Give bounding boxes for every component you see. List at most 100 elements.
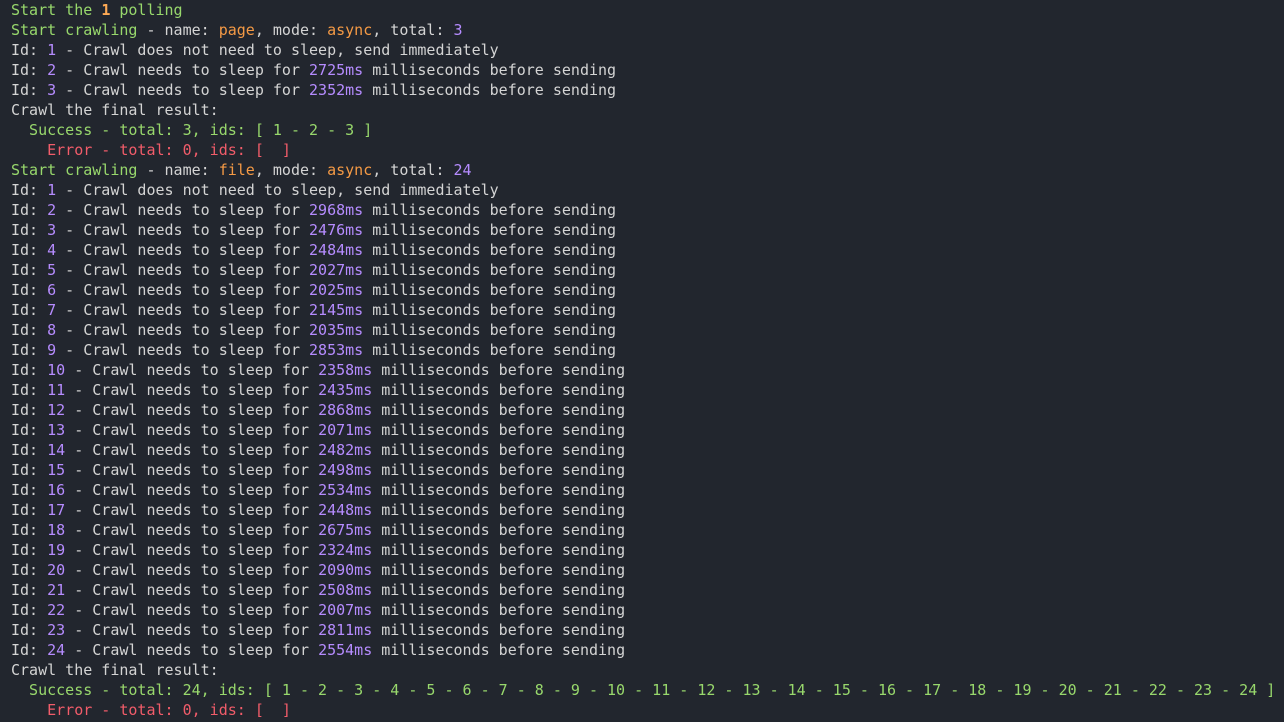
terminal-text-segment: 2868ms	[318, 401, 373, 419]
terminal-line: Id: 3 - Crawl needs to sleep for 2476ms …	[11, 220, 1284, 240]
terminal-text-segment: milliseconds before sending	[363, 261, 617, 279]
terminal-line: Error - total: 0, ids: [ ]	[11, 140, 1284, 160]
terminal-line: Success - total: 24, ids: [ 1 - 2 - 3 - …	[11, 680, 1284, 700]
terminal-text-segment: Start crawling	[11, 161, 138, 179]
terminal-text-segment: Id:	[11, 481, 48, 499]
terminal-text-segment: Crawl the final result:	[11, 661, 219, 679]
terminal-line: Id: 2 - Crawl needs to sleep for 2968ms …	[11, 200, 1284, 220]
terminal-text-segment: Id:	[11, 281, 48, 299]
terminal-line: Start the 1 polling	[11, 0, 1284, 20]
terminal-line: Id: 4 - Crawl needs to sleep for 2484ms …	[11, 240, 1284, 260]
terminal-text-segment: 16	[47, 481, 66, 499]
terminal-text-segment: Id:	[11, 641, 48, 659]
terminal-text-segment: 2484ms	[309, 241, 364, 259]
terminal-text-segment: Id:	[11, 41, 48, 59]
terminal-text-segment: Id:	[11, 241, 48, 259]
terminal-text-segment: - Crawl needs to sleep for	[56, 61, 310, 79]
terminal-line: Id: 1 - Crawl does not need to sleep, se…	[11, 40, 1284, 60]
terminal-text-segment: , mode:	[254, 161, 328, 179]
terminal-text-segment: 15	[47, 461, 66, 479]
terminal-line: Crawl the final result:	[11, 100, 1284, 120]
terminal-text-segment: Id:	[11, 441, 48, 459]
terminal-text-segment: - Crawl needs to sleep for	[65, 481, 319, 499]
terminal-text-segment: 1	[101, 1, 111, 19]
terminal-text-segment: - Crawl needs to sleep for	[56, 341, 310, 359]
terminal-text-segment: milliseconds before sending	[372, 421, 626, 439]
terminal-text-segment: 21	[47, 581, 66, 599]
terminal-text-segment: 17	[47, 501, 66, 519]
terminal-text-segment: milliseconds before sending	[363, 321, 617, 339]
terminal-text-segment: Success - total: 3, ids: [ 1 - 2 - 3 ]	[11, 121, 373, 139]
terminal-text-segment: 2725ms	[309, 61, 364, 79]
terminal-text-segment: 13	[47, 421, 66, 439]
terminal-text-segment: 20	[47, 561, 66, 579]
terminal-text-segment: milliseconds before sending	[372, 461, 626, 479]
terminal-line: Id: 2 - Crawl needs to sleep for 2725ms …	[11, 60, 1284, 80]
terminal-text-segment: milliseconds before sending	[372, 501, 626, 519]
terminal-text-segment: Start crawling	[11, 21, 138, 39]
terminal-line: Id: 1 - Crawl does not need to sleep, se…	[11, 180, 1284, 200]
terminal-text-segment: - Crawl needs to sleep for	[56, 321, 310, 339]
terminal-text-segment: 11	[47, 381, 66, 399]
terminal-text-segment: - Crawl needs to sleep for	[56, 201, 310, 219]
terminal-text-segment: 7	[47, 301, 57, 319]
terminal-text-segment: Id:	[11, 521, 48, 539]
terminal-text-segment: - Crawl needs to sleep for	[65, 521, 319, 539]
terminal-text-segment: 2007ms	[318, 601, 373, 619]
terminal-text-segment: milliseconds before sending	[372, 541, 626, 559]
terminal-text-segment: 2358ms	[318, 361, 373, 379]
terminal-text-segment: - Crawl needs to sleep for	[65, 561, 319, 579]
terminal-text-segment: 2071ms	[318, 421, 373, 439]
terminal-text-segment: 2534ms	[318, 481, 373, 499]
terminal-text-segment: - Crawl needs to sleep for	[65, 421, 319, 439]
terminal-text-segment: Id:	[11, 261, 48, 279]
terminal-output: Start the 1 polling Start crawling - name…	[0, 0, 1284, 722]
terminal-text-segment: milliseconds before sending	[363, 81, 617, 99]
terminal-text-segment: Id:	[11, 561, 48, 579]
terminal-text-segment: Id:	[11, 61, 48, 79]
terminal-text-segment: file	[218, 161, 255, 179]
terminal-text-segment: Success - total: 24, ids: [ 1 - 2 - 3 - …	[11, 681, 1276, 699]
terminal-text-segment: 8	[47, 321, 57, 339]
terminal-text-segment: milliseconds before sending	[363, 201, 617, 219]
terminal-text-segment: 2853ms	[309, 341, 364, 359]
terminal-text-segment: 4	[47, 241, 57, 259]
terminal-text-segment: Id:	[11, 201, 48, 219]
terminal-text-segment: 2482ms	[318, 441, 373, 459]
terminal-text-segment: - Crawl needs to sleep for	[56, 261, 310, 279]
terminal-text-segment: milliseconds before sending	[363, 281, 617, 299]
terminal-text-segment: 22	[47, 601, 66, 619]
terminal-line: Id: 6 - Crawl needs to sleep for 2025ms …	[11, 280, 1284, 300]
terminal-line: Error - total: 0, ids: [ ]	[11, 700, 1284, 720]
terminal-text-segment: 2145ms	[309, 301, 364, 319]
terminal-text-segment: 2811ms	[318, 621, 373, 639]
terminal-line: Id: 21 - Crawl needs to sleep for 2508ms…	[11, 580, 1284, 600]
terminal-text-segment: 2352ms	[309, 81, 364, 99]
terminal-text-segment: 3	[47, 221, 57, 239]
terminal-text-segment: - Crawl needs to sleep for	[65, 641, 319, 659]
terminal-text-segment: - Crawl needs to sleep for	[65, 581, 319, 599]
terminal-text-segment: Id:	[11, 181, 48, 199]
terminal-text-segment: - Crawl needs to sleep for	[65, 461, 319, 479]
terminal-text-segment: - Crawl needs to sleep for	[56, 281, 310, 299]
terminal-text-segment: Error - total: 0, ids: [ ]	[11, 701, 291, 719]
terminal-text-segment: - Crawl needs to sleep for	[65, 541, 319, 559]
terminal-text-segment: 18	[47, 521, 66, 539]
terminal-text-segment: 2	[47, 61, 57, 79]
terminal-text-segment: - name:	[137, 161, 219, 179]
terminal-text-segment: milliseconds before sending	[363, 61, 617, 79]
terminal-line: Id: 8 - Crawl needs to sleep for 2035ms …	[11, 320, 1284, 340]
terminal-text-segment: 1	[47, 181, 57, 199]
terminal-text-segment: - Crawl needs to sleep for	[56, 241, 310, 259]
terminal-text-segment: 3	[453, 21, 463, 39]
terminal-text-segment: Id:	[11, 81, 48, 99]
terminal-text-segment: Id:	[11, 601, 48, 619]
terminal-line: Id: 13 - Crawl needs to sleep for 2071ms…	[11, 420, 1284, 440]
terminal-text-segment: - Crawl needs to sleep for	[65, 441, 319, 459]
terminal-line: Id: 9 - Crawl needs to sleep for 2853ms …	[11, 340, 1284, 360]
terminal-text-segment: 23	[47, 621, 66, 639]
terminal-text-segment: milliseconds before sending	[372, 401, 626, 419]
terminal-text-segment: - Crawl does not need to sleep, send imm…	[56, 41, 499, 59]
terminal-text-segment: - Crawl needs to sleep for	[56, 81, 310, 99]
terminal-line: Id: 5 - Crawl needs to sleep for 2027ms …	[11, 260, 1284, 280]
